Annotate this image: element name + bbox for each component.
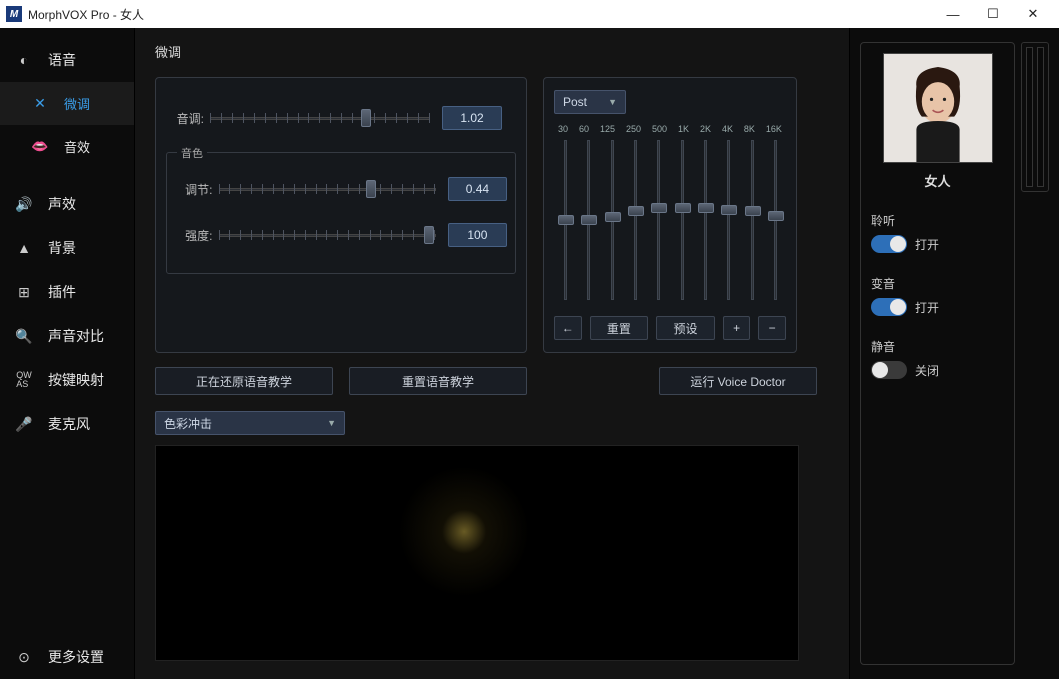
eq-band-slider[interactable] [698, 140, 712, 300]
restore-button[interactable]: 正在还原语音教学 [155, 367, 333, 395]
profile-panel: 女人 聆听 打开 变音 打开 静音 关闭 [849, 28, 1059, 679]
sidebar-label: 麦克风 [48, 414, 90, 434]
eq-band-slider[interactable] [721, 140, 735, 300]
maximize-button[interactable]: ☐ [973, 1, 1013, 27]
content-area: 微调 音调: 1.02 音色 调节: [135, 28, 849, 679]
app-logo: M [6, 6, 22, 22]
sidebar-label: 微调 [64, 94, 90, 113]
gear-icon: ⊙ [14, 649, 34, 665]
sidebar-item-compare[interactable]: 🔍 声音对比 [0, 314, 134, 358]
titlebar: M MorphVOX Pro - 女人 — ☐ ✕ [0, 0, 1059, 28]
viz-mode-dropdown[interactable]: 色彩冲击 ▼ [155, 411, 345, 435]
sidebar-item-more[interactable]: ⊙ 更多设置 [0, 635, 134, 679]
eq-band-labels: 30601252505001K2K4K8K16K [554, 124, 786, 134]
minimize-button[interactable]: — [933, 1, 973, 27]
sidebar-label: 声音对比 [48, 326, 104, 346]
adjust-slider[interactable] [219, 182, 436, 196]
pitch-slider[interactable] [210, 111, 430, 125]
adjust-value: 0.44 [448, 177, 507, 201]
sidebar-item-finetune[interactable]: ✕ 微调 [0, 82, 134, 125]
adjust-slider-row: 调节: 0.44 [175, 177, 507, 201]
voice-icon: ◐ [14, 52, 34, 68]
morph-toggle[interactable] [871, 298, 907, 316]
sidebar-item-mic[interactable]: 🎤 麦克风 [0, 402, 134, 446]
listen-state: 打开 [915, 236, 939, 253]
sidebar-label: 声效 [48, 194, 76, 214]
eq-mode-dropdown[interactable]: Post ▼ [554, 90, 626, 114]
chevron-down-icon: ▼ [608, 97, 617, 107]
sidebar-item-keymap[interactable]: QWAS 按键映射 [0, 358, 134, 402]
keyboard-icon: QWAS [14, 372, 34, 388]
voice-doctor-button[interactable]: 运行 Voice Doctor [659, 367, 817, 395]
sliders-panel: 音调: 1.02 音色 调节: [155, 77, 527, 353]
timbre-legend: 音色 [177, 145, 207, 161]
close-button[interactable]: ✕ [1013, 1, 1053, 27]
mute-toggle[interactable] [871, 361, 907, 379]
page-title: 微调 [155, 42, 829, 61]
mute-label: 静音 [871, 338, 1004, 355]
mute-state: 关闭 [915, 362, 939, 379]
eq-band-slider[interactable] [745, 140, 759, 300]
sidebar-item-plugins[interactable]: ⊞ 插件 [0, 270, 134, 314]
eq-minus-button[interactable]: − [758, 316, 786, 340]
eq-plus-button[interactable]: + [723, 316, 751, 340]
pitch-label: 音调: [166, 110, 210, 127]
sidebar-label: 按键映射 [48, 370, 104, 390]
window-title: MorphVOX Pro - 女人 [28, 6, 933, 23]
sidebar-label: 背景 [48, 238, 76, 258]
listen-label: 聆听 [871, 212, 1004, 229]
profile-avatar [883, 53, 993, 163]
equalizer-panel: Post ▼ 30601252505001K2K4K8K16K ← 重置 预设 … [543, 77, 797, 353]
strength-slider-row: 强度: 100 [175, 223, 507, 247]
morph-label: 变音 [871, 275, 1004, 292]
sidebar-label: 音效 [64, 137, 90, 156]
level-meter [1021, 42, 1049, 192]
viz-mode-value: 色彩冲击 [164, 415, 212, 432]
mic-icon: 🎤 [14, 416, 34, 432]
mountain-icon: ▲ [14, 240, 34, 256]
visualization-area [155, 445, 799, 661]
adjust-label: 调节: [175, 181, 219, 198]
profile-name: 女人 [871, 171, 1004, 190]
lips-icon: 👄 [30, 139, 50, 155]
reset-teach-button[interactable]: 重置语音教学 [349, 367, 527, 395]
eq-bars [554, 134, 786, 310]
eq-band-slider[interactable] [605, 140, 619, 300]
eq-band-slider[interactable] [558, 140, 572, 300]
sidebar: ◐ 语音 ✕ 微调 👄 音效 🔊 声效 ▲ 背景 ⊞ 插件 🔍 声音对比 QWA… [0, 28, 135, 679]
eq-band-slider[interactable] [768, 140, 782, 300]
eq-band-slider[interactable] [651, 140, 665, 300]
speaker-icon: 🔊 [14, 196, 34, 212]
sidebar-label: 更多设置 [48, 647, 104, 667]
eq-band-slider[interactable] [628, 140, 642, 300]
chevron-down-icon: ▼ [327, 418, 336, 428]
eq-reset-pre-button[interactable]: ← [554, 316, 582, 340]
strength-slider[interactable] [219, 228, 436, 242]
pitch-slider-row: 音调: 1.02 [166, 106, 516, 130]
sidebar-label: 语音 [48, 50, 76, 70]
eq-band-slider[interactable] [675, 140, 689, 300]
sidebar-label: 插件 [48, 282, 76, 302]
morph-state: 打开 [915, 299, 939, 316]
sidebar-item-soundfx[interactable]: 👄 音效 [0, 125, 134, 168]
tools-icon: ✕ [30, 96, 50, 112]
search-icon: 🔍 [14, 328, 34, 344]
plugin-icon: ⊞ [14, 284, 34, 300]
strength-value: 100 [448, 223, 507, 247]
eq-mode-value: Post [563, 95, 587, 109]
eq-preset-button[interactable]: 预设 [656, 316, 715, 340]
timbre-fieldset: 音色 调节: 0.44 强度: [166, 152, 516, 274]
eq-band-slider[interactable] [581, 140, 595, 300]
strength-label: 强度: [175, 227, 219, 244]
eq-reset-button[interactable]: 重置 [590, 316, 649, 340]
pitch-value: 1.02 [442, 106, 502, 130]
sidebar-item-background[interactable]: ▲ 背景 [0, 226, 134, 270]
sidebar-item-sound[interactable]: 🔊 声效 [0, 182, 134, 226]
sidebar-item-voice[interactable]: ◐ 语音 [0, 38, 134, 82]
listen-toggle[interactable] [871, 235, 907, 253]
